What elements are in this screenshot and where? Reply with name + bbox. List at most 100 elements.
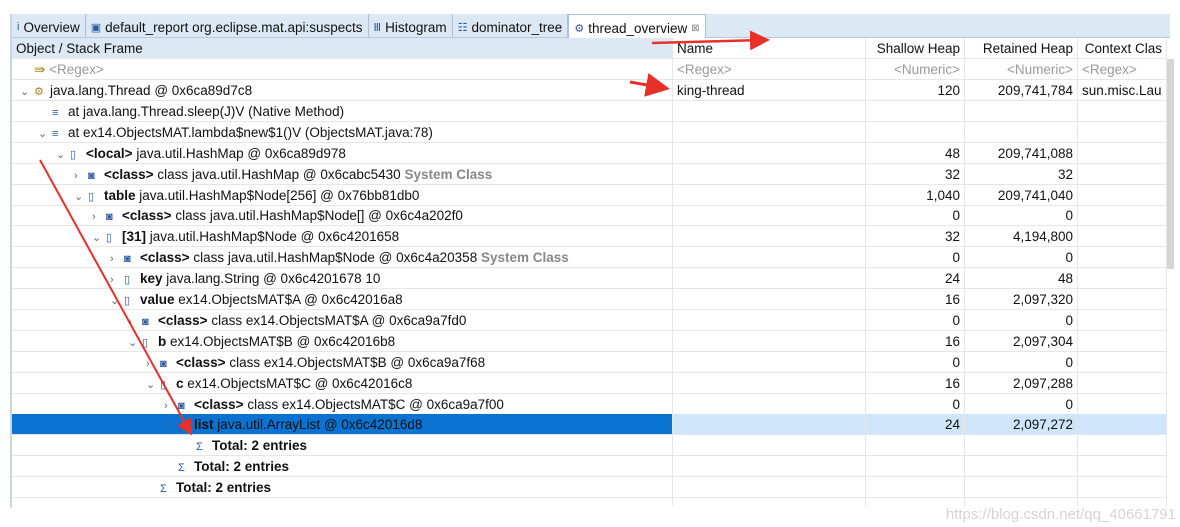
retained-cell: 209,741,088 <box>965 142 1078 164</box>
tab-label: Histogram <box>385 19 447 35</box>
chevron-right-icon[interactable]: › <box>164 418 178 434</box>
table-row[interactable]: › ◙ <class> class ex14.ObjectsMAT$A @ 0x6c… <box>12 309 1167 331</box>
chevron-down-icon[interactable]: ⌄ <box>128 335 142 351</box>
chevron-down-icon[interactable]: ⌄ <box>92 230 106 246</box>
object-cell: ⌄ ▯ b ex14.ObjectsMAT$B @ 0x6c42016b8 <box>12 330 673 352</box>
tab-Overview[interactable]: i Overview <box>12 14 86 37</box>
field-name: <class> <box>158 312 208 328</box>
table-row[interactable]: ⌄ ▯ <local> java.util.HashMap @ 0x6ca89d97… <box>12 142 1167 164</box>
ctx-cell <box>1078 351 1167 373</box>
ctx-cell <box>1078 100 1167 122</box>
table-row[interactable]: Σ Total: 2 entries <box>12 435 1167 457</box>
table-row[interactable]: ⌄ ▯ value ex14.ObjectsMAT$A @ 0x6c42016a8 1… <box>12 289 1167 310</box>
tab-thread-overview[interactable]: ⚙ thread_overview ⊠ <box>568 14 706 38</box>
filter-row: ⇛ <Regex> <Regex> <Numeric> <Numeric> <Regex… <box>12 59 1167 80</box>
table-row[interactable]: ⌄ ⚙ java.lang.Thread @ 0x6ca89d7c8 king-thr… <box>12 80 1167 101</box>
table-row[interactable]: Σ Total: 2 entries <box>12 477 1167 499</box>
table-row[interactable]: ⌄ ▯ b ex14.ObjectsMAT$B @ 0x6c42016b8 16 2,0… <box>12 330 1167 352</box>
column-header[interactable]: Shallow Heap <box>866 38 965 59</box>
object-label: java.util.HashMap$Node[256] @ 0x76bb81db… <box>139 187 420 203</box>
field-name: Total: 2 entries <box>212 438 308 454</box>
field-name: Total: 2 entries <box>176 480 272 496</box>
table-row[interactable]: › ◙ <class> class java.util.HashMap @ 0x6c… <box>12 163 1167 185</box>
object-cell: › ◙ <class> class java.util.HashMap$Node @… <box>12 247 673 269</box>
empty-cell <box>965 498 1078 506</box>
chevron-right-icon[interactable]: › <box>164 398 178 414</box>
chevron-right-icon[interactable]: › <box>92 209 106 225</box>
object-label: class ex14.ObjectsMAT$C @ 0x6ca9a7f00 <box>247 396 504 412</box>
field-name: value <box>140 292 175 307</box>
chevron-down-icon[interactable]: ⌄ <box>110 293 124 309</box>
object-cell: › ◙ <class> class ex14.ObjectsMAT$B @ 0x6c… <box>12 351 673 373</box>
table-row[interactable]: › ▯ list java.util.ArrayList @ 0x6c42016d8… <box>12 414 1167 436</box>
vertical-scrollbar[interactable] <box>1167 59 1174 269</box>
table-row[interactable]: ⌄ ▯ [31] java.util.HashMap$Node @ 0x6c4201… <box>12 226 1167 248</box>
chevron-right-icon[interactable]: › <box>110 251 124 267</box>
name-cell: king-thread <box>673 80 866 101</box>
close-icon[interactable]: ⊠ <box>691 23 699 34</box>
tab-Histogram[interactable]: Ⅲ Histogram <box>369 14 453 37</box>
table-row[interactable]: ⌄ ≡ at ex14.ObjectsMAT.lambda$new$1()V (Ob… <box>12 121 1167 143</box>
empty-cell <box>866 498 965 506</box>
object-cell: ⌄ ▯ c ex14.ObjectsMAT$C @ 0x6c42016c8 <box>12 372 673 394</box>
thread-icon: ⚙ <box>574 22 585 35</box>
chevron-right-icon[interactable]: › <box>74 168 88 184</box>
filter-input[interactable]: ⇛ <Regex> <box>12 59 673 80</box>
shallow-cell: 0 <box>866 309 965 331</box>
name-cell <box>673 247 866 269</box>
column-header[interactable]: Object / Stack Frame <box>12 38 673 59</box>
ctx-cell <box>1078 247 1167 269</box>
chevron-down-icon[interactable]: ⌄ <box>38 126 52 142</box>
chevron-right-icon[interactable]: › <box>128 314 142 330</box>
filter-input[interactable]: <Regex> <box>673 59 866 80</box>
filter-input[interactable]: <Regex> <box>1078 59 1167 80</box>
tab-dominator-tree[interactable]: ☷ dominator_tree <box>453 14 569 37</box>
name-cell <box>673 226 866 248</box>
chevron-down-icon[interactable]: ⌄ <box>20 84 34 100</box>
field-name: b <box>158 333 167 349</box>
table-row[interactable]: › ◙ <class> class ex14.ObjectsMAT$C @ 0x6c… <box>12 393 1167 415</box>
tab-default-report[interactable]: ▣ default_report org.eclipse.mat.api:susp… <box>86 14 369 37</box>
field-name: <class> <box>104 166 154 182</box>
object-cell: Σ Total: 2 entries <box>12 456 673 478</box>
chevron-right-icon[interactable]: › <box>110 272 124 288</box>
ctx-cell <box>1078 435 1167 457</box>
info-icon: i <box>17 21 20 33</box>
thread-overview-window: i Overview ▣ default_report org.eclipse.mat… <box>10 14 1174 508</box>
table-row[interactable]: ⌄ ▯ table java.util.HashMap$Node[256] @ 0x… <box>12 184 1167 206</box>
table-row[interactable]: › ◙ <class> class java.util.HashMap$Node @… <box>12 247 1167 269</box>
retained-cell: 2,097,320 <box>965 289 1078 310</box>
chevron-down-icon[interactable]: ⌄ <box>56 147 70 163</box>
shallow-cell: 1,040 <box>866 184 965 206</box>
column-header[interactable]: Name <box>673 38 866 59</box>
object-icon: ▯ <box>142 336 149 349</box>
retained-cell <box>965 121 1078 143</box>
shallow-cell <box>866 100 965 122</box>
chevron-down-icon[interactable]: ⌄ <box>146 377 160 393</box>
filter-placeholder: <Regex> <box>1082 62 1137 77</box>
ctx-cell <box>1078 268 1167 290</box>
chevron-right-icon[interactable]: › <box>146 356 160 372</box>
retained-cell <box>965 435 1078 457</box>
tab-label: default_report org.eclipse.mat.api:suspe… <box>105 19 363 35</box>
filter-input[interactable]: <Numeric> <box>866 59 965 80</box>
table-row[interactable]: › ◙ <class> class java.util.HashMap$Node[]… <box>12 205 1167 227</box>
table-row[interactable]: › ◙ <class> class ex14.ObjectsMAT$B @ 0x6c… <box>12 351 1167 373</box>
table-row[interactable]: › ▯ key java.lang.String @ 0x6c4201678 10 2… <box>12 268 1167 290</box>
class-icon: ◙ <box>160 357 167 370</box>
table-row[interactable]: ⌄ ▯ c ex14.ObjectsMAT$C @ 0x6c42016c8 16 2,0… <box>12 372 1167 394</box>
object-cell: › ◙ <class> class java.util.HashMap @ 0x6c… <box>12 163 673 185</box>
name-cell <box>673 414 866 436</box>
column-header[interactable]: Context Clas <box>1078 38 1167 59</box>
retained-cell: 0 <box>965 393 1078 415</box>
dominator-tree-icon: ☷ <box>457 21 468 34</box>
object-label: class java.util.HashMap$Node @ 0x6c4a203… <box>193 250 478 266</box>
field-name: <class> <box>140 250 190 266</box>
table-row-partial[interactable] <box>12 498 1167 506</box>
chevron-down-icon[interactable]: ⌄ <box>74 189 88 205</box>
name-cell <box>673 121 866 143</box>
table-row[interactable]: Σ Total: 2 entries <box>12 456 1167 478</box>
filter-input[interactable]: <Numeric> <box>965 59 1078 80</box>
table-row[interactable]: ≡ at java.lang.Thread.sleep(J)V (Native M… <box>12 100 1167 122</box>
column-header[interactable]: Retained Heap <box>965 38 1078 59</box>
